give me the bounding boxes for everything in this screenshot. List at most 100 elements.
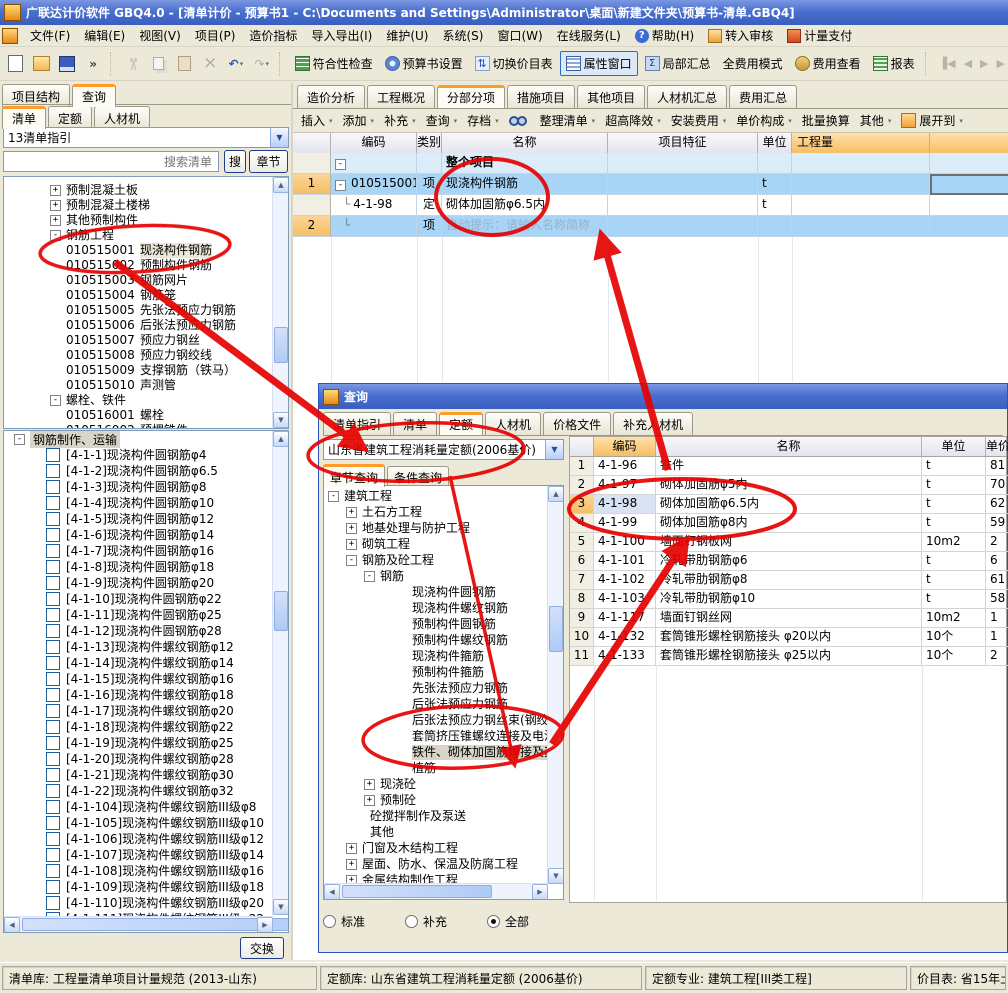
quota-row[interactable]: 5 4-1-100 墙面钉钢板网 10m2 2 [570, 533, 1006, 552]
grid-column-header[interactable]: 单位 [758, 133, 792, 153]
selected-cell[interactable] [930, 153, 1008, 174]
tree-toggle-icon[interactable]: + [346, 843, 357, 854]
quota-row[interactable]: 11 4-1-133 套筒锥形螺栓钢筋接头 φ25以内 10个 2 [570, 647, 1006, 666]
grid-column-header[interactable] [293, 133, 331, 153]
quota-name-cell[interactable]: 冷轧带肋钢筋φ10 [656, 590, 922, 609]
menu-item[interactable]: 导入导出(I) [304, 25, 379, 46]
checklist-item[interactable]: [4-1-2]现浇构件圆钢筋φ6.5 [46, 463, 288, 479]
checkbox[interactable] [46, 752, 60, 766]
save-button[interactable] [56, 52, 80, 76]
row-number[interactable]: 2 [570, 476, 594, 495]
quota-unit-cell[interactable]: t [922, 514, 986, 533]
quota-price-cell[interactable]: 58 [986, 590, 1008, 609]
quota-code-cell[interactable]: 4-1-96 [594, 457, 656, 476]
quota-row[interactable]: 9 4-1-117 墙面钉钢丝网 10m2 1 [570, 609, 1006, 628]
nav-first-icon[interactable]: ▐◀ [939, 57, 956, 70]
grid-column-header[interactable]: 工程量 [792, 133, 930, 153]
main-tab[interactable]: 其他项目 [577, 85, 645, 108]
menu-item[interactable]: 计量支付 [780, 25, 859, 46]
chapter-tree-item[interactable]: - 钢筋 [324, 568, 563, 584]
row-toggle-icon[interactable]: - [335, 159, 346, 170]
chapter-tree-item[interactable]: 铁件、砌体加固筋焊接及其 [324, 744, 563, 760]
quota-unit-cell[interactable]: t [922, 457, 986, 476]
quota-row[interactable]: 10 4-1-132 套筒锥形螺栓钢筋接头 φ20以内 10个 1 [570, 628, 1006, 647]
quota-code-cell[interactable]: 4-1-103 [594, 590, 656, 609]
grid-toolbar-button[interactable] [506, 112, 533, 130]
left-subtab[interactable]: 定额 [48, 106, 92, 129]
row-number[interactable]: 4 [570, 514, 594, 533]
name-cell[interactable]: 砌体加固筋φ6.5内 [442, 195, 608, 216]
checkbox[interactable] [46, 592, 60, 606]
checkbox[interactable] [46, 832, 60, 846]
grid-toolbar-button[interactable]: 其他 ▾ [857, 110, 895, 131]
type-cell[interactable]: 项 [417, 174, 442, 195]
checklist-item[interactable]: [4-1-8]现浇构件圆钢筋φ18 [46, 559, 288, 575]
grid-toolbar-button[interactable]: 补充 ▾ [381, 110, 419, 131]
toolbar-overflow-button[interactable]: » [81, 52, 105, 76]
quota-column-header[interactable]: 编码 [594, 437, 656, 456]
toolbar-button[interactable]: 预算书设置 [380, 52, 468, 75]
quota-row[interactable]: 8 4-1-103 冷轧带肋钢筋φ10 t 58 [570, 590, 1006, 609]
feature-cell[interactable] [608, 153, 758, 174]
type-cell[interactable]: 定 [417, 195, 442, 216]
cut-icon[interactable]: ✄︎ [121, 52, 145, 76]
checkbox[interactable] [46, 864, 60, 878]
tree-toggle-icon[interactable]: - [50, 230, 61, 241]
menu-item[interactable]: 窗口(W) [490, 25, 549, 46]
quota-unit-cell[interactable]: 10个 [922, 647, 986, 666]
chapter-tree-item[interactable]: - 钢筋及砼工程 [324, 552, 563, 568]
left-subtab[interactable]: 人材机 [94, 106, 150, 129]
checklist-item[interactable]: [4-1-20]现浇构件螺纹钢筋φ28 [46, 751, 288, 767]
checkbox[interactable] [46, 608, 60, 622]
checkbox[interactable] [46, 640, 60, 654]
chapter-tree-item[interactable]: + 屋面、防水、保温及防腐工程 [324, 856, 563, 872]
popup-tab[interactable]: 价格文件 [543, 412, 611, 435]
chapter-button[interactable]: 章节 [249, 150, 288, 173]
quota-price-cell[interactable]: 81 [986, 457, 1008, 476]
row-number[interactable]: 1 [570, 457, 594, 476]
quota-code-cell[interactable]: 4-1-99 [594, 514, 656, 533]
checklist-item[interactable]: [4-1-1]现浇构件圆钢筋φ4 [46, 447, 288, 463]
checklist-item[interactable]: [4-1-18]现浇构件螺纹钢筋φ22 [46, 719, 288, 735]
quota-name-cell[interactable]: 墙面钉钢板网 [656, 533, 922, 552]
toolbar-button[interactable]: 属性窗口 [560, 51, 638, 76]
popup-subtab[interactable]: 章节查询 [323, 464, 385, 487]
quota-unit-cell[interactable]: t [922, 571, 986, 590]
tree-toggle-icon[interactable]: + [364, 779, 375, 790]
quota-price-cell[interactable]: 2 [986, 647, 1008, 666]
row-number[interactable] [293, 153, 331, 174]
chapter-tree-item[interactable]: + 砌筑工程 [324, 536, 563, 552]
main-tab[interactable]: 工程概况 [367, 85, 435, 108]
checklist-scrollbar[interactable]: ▲ ▼ [272, 431, 288, 915]
checkbox[interactable] [46, 848, 60, 862]
chapter-tree-item[interactable]: 砼搅拌制作及泵送 [324, 808, 563, 824]
tree-toggle-icon[interactable]: + [346, 523, 357, 534]
tree-item[interactable]: 010515004 钢筋笼 [4, 288, 288, 303]
radio-option[interactable]: 全部 [487, 913, 529, 930]
checklist-item[interactable]: [4-1-106]现浇构件螺纹钢筋III级φ12 [46, 831, 288, 847]
quantity-cell[interactable] [792, 174, 930, 195]
tree-item[interactable]: 010515010 声测管 [4, 378, 288, 393]
radio-icon[interactable] [405, 915, 418, 928]
checklist-item[interactable]: [4-1-12]现浇构件圆钢筋φ28 [46, 623, 288, 639]
tree-item[interactable]: 010515003 钢筋网片 [4, 273, 288, 288]
tree-toggle-icon[interactable]: + [50, 200, 61, 211]
tree-toggle-icon[interactable]: + [346, 539, 357, 550]
radio-icon[interactable] [487, 915, 500, 928]
tree-item[interactable]: 010516002 预埋铁件 [4, 423, 288, 429]
checklist-item[interactable]: [4-1-13]现浇构件螺纹钢筋φ12 [46, 639, 288, 655]
menu-item[interactable]: 帮助(H) [628, 25, 701, 46]
checkbox[interactable] [46, 448, 60, 462]
checklist-item[interactable]: [4-1-19]现浇构件螺纹钢筋φ25 [46, 735, 288, 751]
main-tab[interactable]: 造价分析 [297, 85, 365, 108]
checkbox[interactable] [46, 480, 60, 494]
checklist-item[interactable]: [4-1-9]现浇构件圆钢筋φ20 [46, 575, 288, 591]
tree-toggle-icon[interactable]: + [364, 795, 375, 806]
quota-price-cell[interactable]: 6 [986, 552, 1008, 571]
menu-item[interactable]: 在线服务(L) [550, 25, 628, 46]
checkbox[interactable] [46, 800, 60, 814]
code-cell[interactable]: -010515001001 [331, 174, 417, 195]
tree-toggle-icon[interactable]: - [50, 395, 61, 406]
chapter-tree-item[interactable]: 后张法预应力钢筋 [324, 696, 563, 712]
toolbar-button[interactable]: 切换价目表 [470, 52, 558, 75]
